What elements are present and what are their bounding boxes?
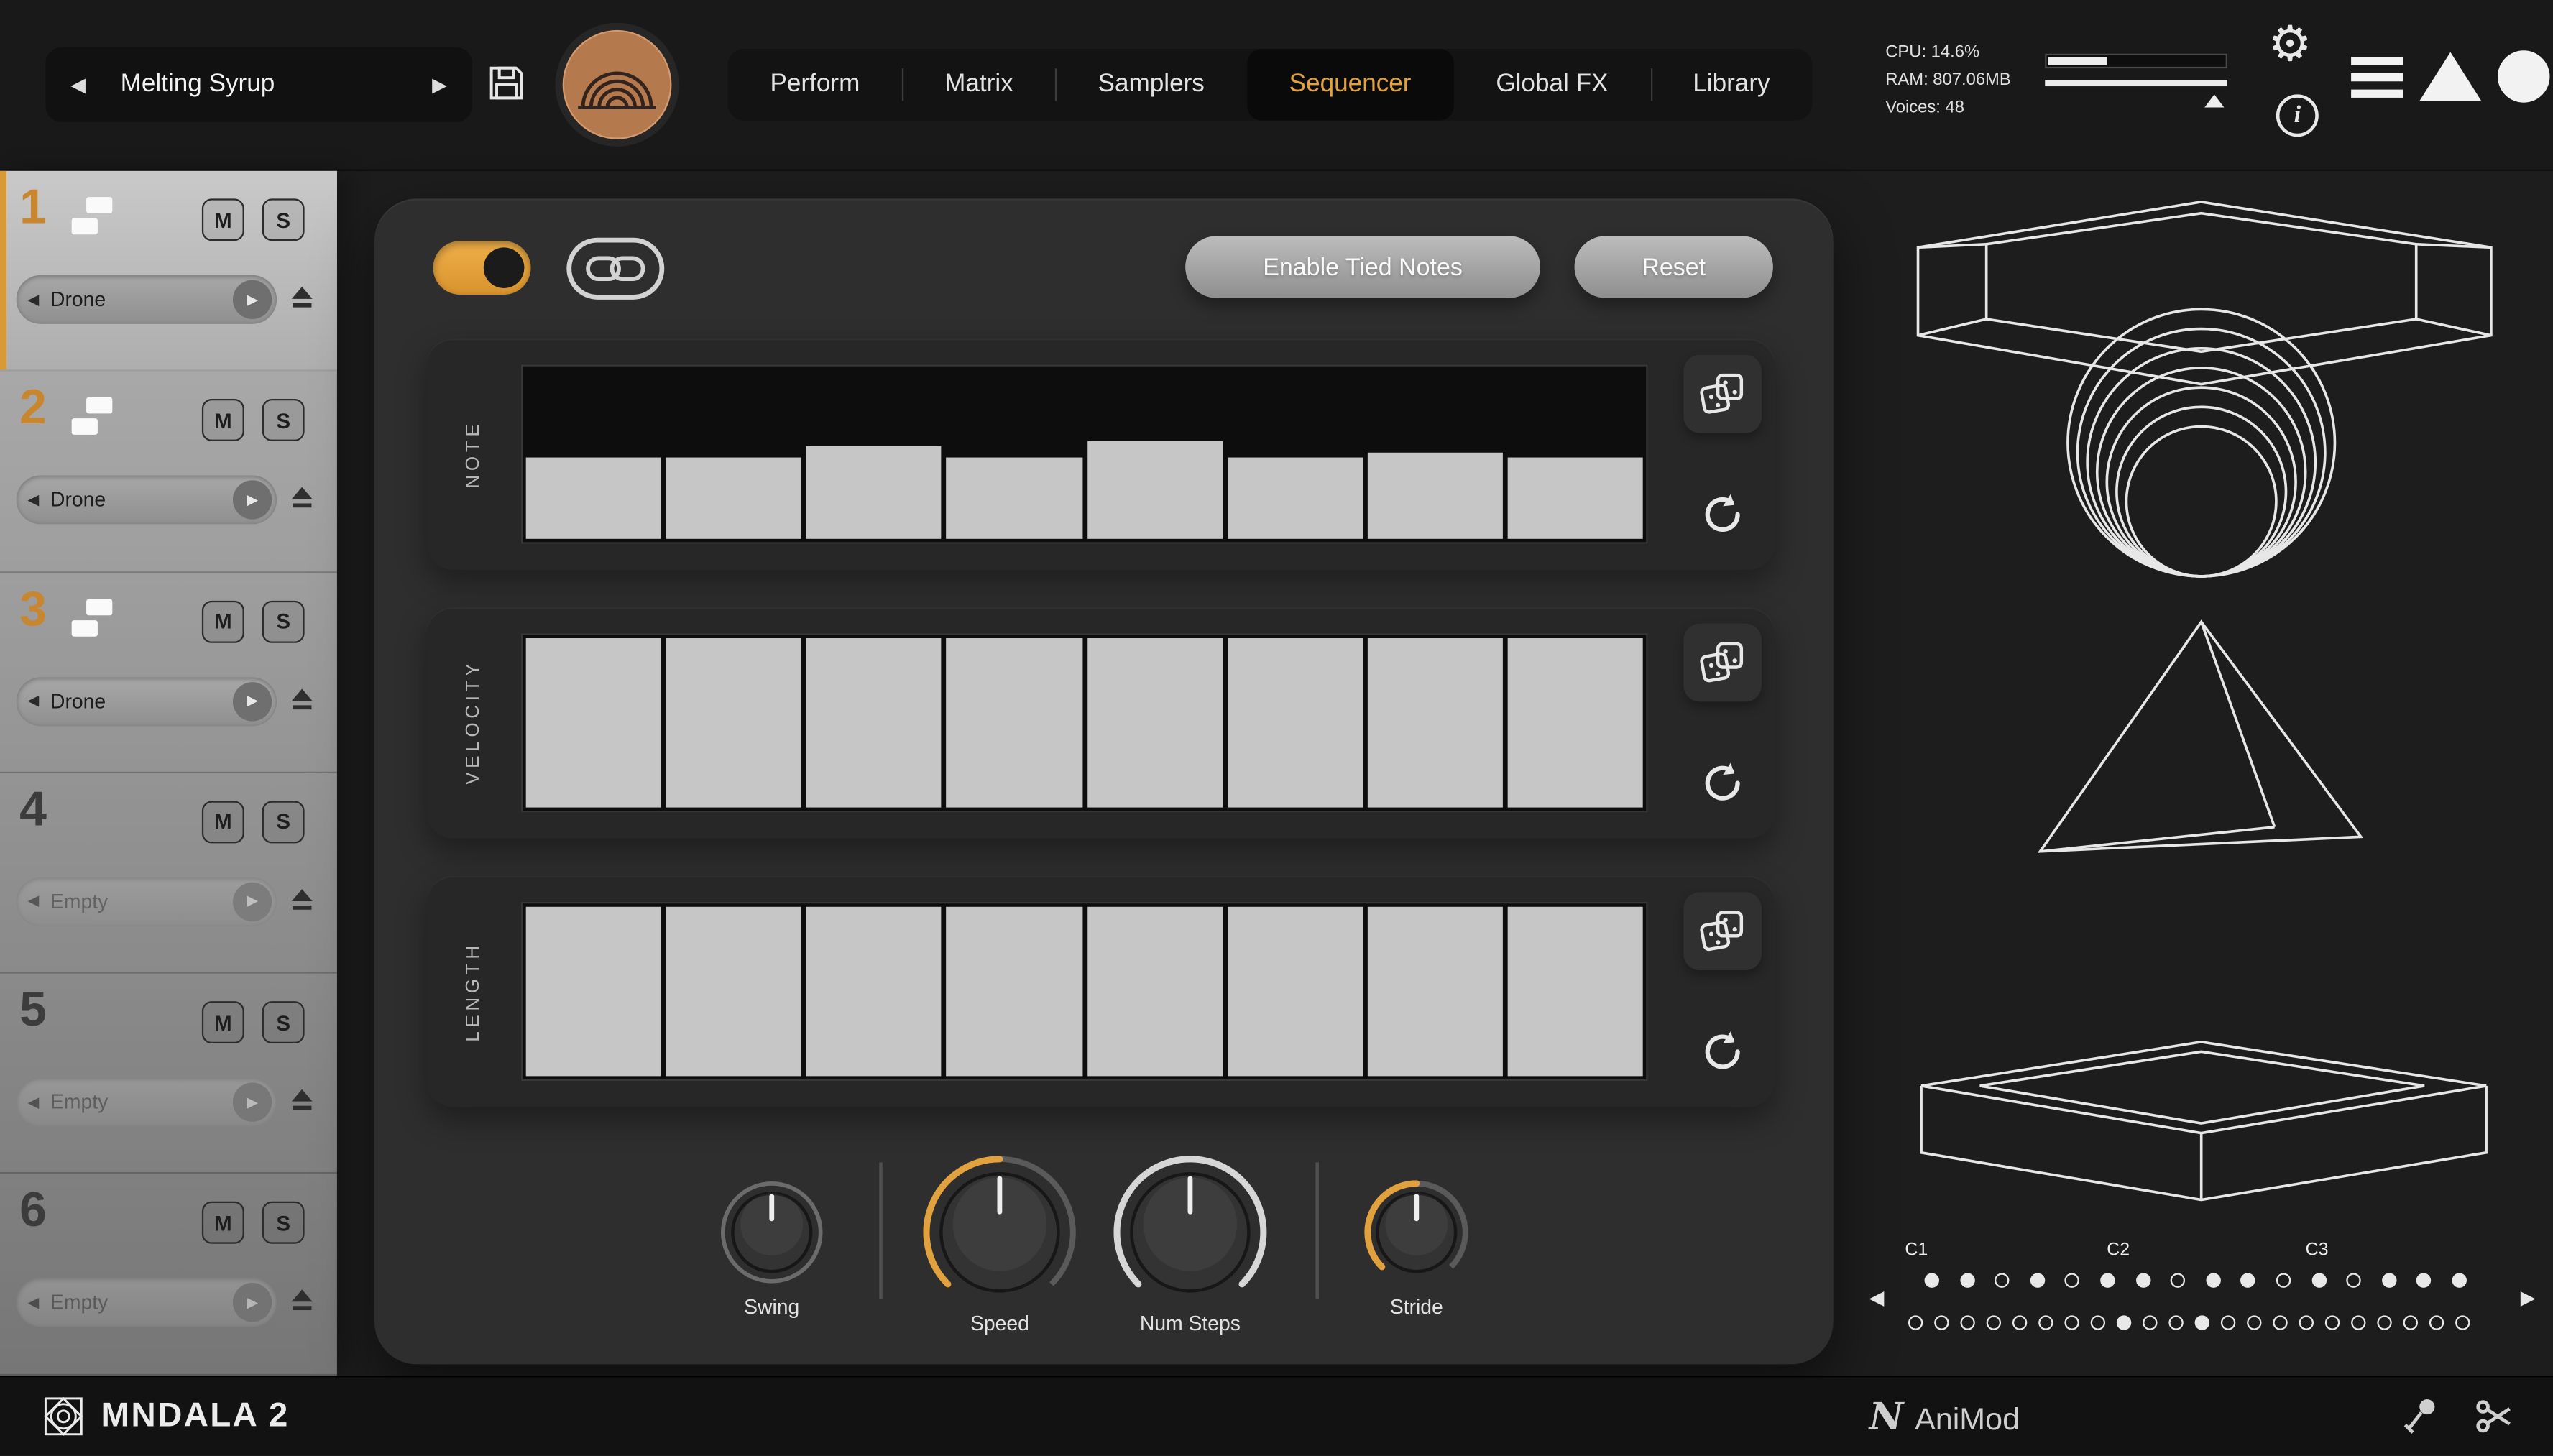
key-dot[interactable]	[2038, 1315, 2053, 1330]
key-dot[interactable]	[2377, 1315, 2391, 1330]
key-dot[interactable]	[2100, 1273, 2115, 1287]
key-dot[interactable]	[1960, 1315, 1974, 1330]
wireframe-shapes	[0, 0, 2553, 1455]
key-dot[interactable]	[2135, 1273, 2150, 1287]
mic-icon[interactable]	[2397, 1393, 2442, 1439]
app-window: ◀ Melting Syrup ▶ PerformMatrix	[0, 0, 2553, 1455]
key-dot[interactable]	[2325, 1315, 2340, 1330]
key-dot[interactable]	[2416, 1273, 2431, 1287]
key-dot[interactable]	[2351, 1315, 2365, 1330]
key-dot[interactable]	[2012, 1315, 2027, 1330]
keyboard-scroll-right-icon[interactable]: ▶	[2521, 1286, 2536, 1309]
key-dot[interactable]	[2030, 1273, 2044, 1287]
key-dot[interactable]	[1934, 1315, 1949, 1330]
key-dot[interactable]	[1908, 1315, 1923, 1330]
key-dots-row-1	[1925, 1273, 2488, 1287]
footer-tools	[2397, 1393, 2518, 1439]
animod-text: AniMod	[1915, 1403, 2020, 1439]
key-dot[interactable]	[2299, 1315, 2314, 1330]
key-dot[interactable]	[2247, 1315, 2261, 1330]
key-dot[interactable]	[2382, 1273, 2396, 1287]
key-dot[interactable]	[1987, 1315, 2001, 1330]
key-dot[interactable]	[2117, 1315, 2131, 1330]
key-dot[interactable]	[2452, 1273, 2466, 1287]
key-dot[interactable]	[2091, 1315, 2105, 1330]
octave-label-c1: C1	[1905, 1240, 1928, 1260]
key-dot[interactable]	[2276, 1273, 2291, 1287]
key-dot[interactable]	[1995, 1273, 2009, 1287]
key-dot[interactable]	[2206, 1273, 2220, 1287]
key-dot[interactable]	[2347, 1273, 2361, 1287]
scissors-icon[interactable]	[2472, 1393, 2517, 1439]
key-dot[interactable]	[1925, 1273, 1939, 1287]
key-dot[interactable]	[2065, 1273, 2079, 1287]
key-dot[interactable]	[1960, 1273, 1974, 1287]
octave-label-c2: C2	[2107, 1240, 2130, 1260]
brand-name: MNDALA 2	[101, 1397, 289, 1436]
mandala-icon	[42, 1395, 85, 1437]
key-dot[interactable]	[2143, 1315, 2157, 1330]
key-dot[interactable]	[2168, 1315, 2183, 1330]
key-dot[interactable]	[2241, 1273, 2255, 1287]
octave-label-c3: C3	[2306, 1240, 2329, 1260]
key-dot[interactable]	[2404, 1315, 2418, 1330]
key-dot[interactable]	[2195, 1315, 2209, 1330]
animod-label: N AniMod	[1869, 1394, 2020, 1438]
key-dot[interactable]	[2273, 1315, 2287, 1330]
key-dot[interactable]	[2312, 1273, 2326, 1287]
key-dot[interactable]	[2429, 1315, 2444, 1330]
key-dots-row-2	[1908, 1315, 2481, 1330]
script-n-glyph: N	[1869, 1394, 1904, 1438]
mndala-brand: MNDALA 2	[0, 1395, 290, 1437]
key-dot[interactable]	[2064, 1315, 2079, 1330]
keyboard-scroll-left-icon[interactable]: ◀	[1869, 1286, 1885, 1309]
key-dot[interactable]	[2221, 1315, 2235, 1330]
footer-bar: MNDALA 2 N AniMod	[0, 1376, 2553, 1455]
key-dot[interactable]	[2171, 1273, 2185, 1287]
key-dot[interactable]	[2455, 1315, 2470, 1330]
